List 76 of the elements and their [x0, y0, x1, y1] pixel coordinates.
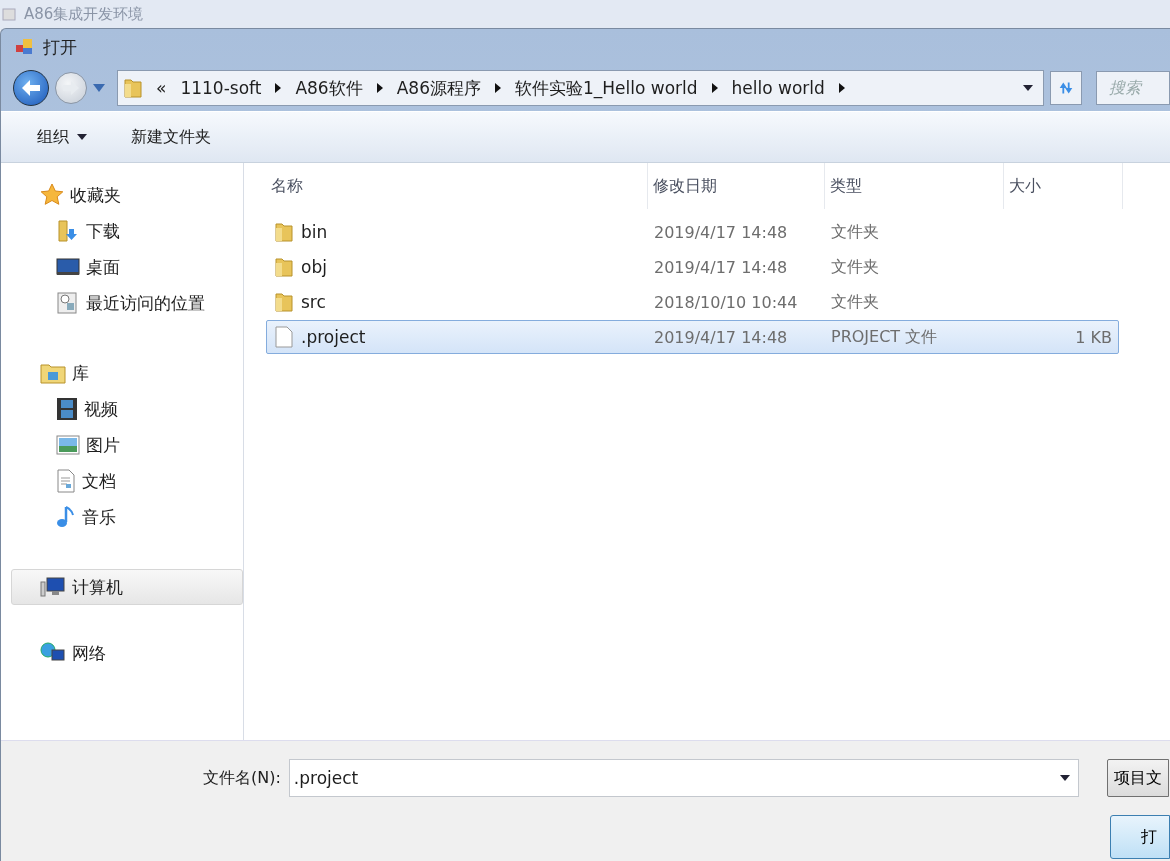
- filename-label: 文件名(N):: [203, 767, 281, 789]
- network-icon: [40, 642, 66, 664]
- file-name: src: [301, 292, 326, 312]
- folder-icon: [124, 77, 142, 99]
- file-row[interactable]: bin 2019/4/17 14:48 文件夹: [266, 215, 1119, 249]
- breadcrumb[interactable]: 1110-soft: [180, 78, 262, 98]
- breadcrumb[interactable]: hello world: [731, 78, 825, 98]
- star-icon: [40, 183, 64, 207]
- film-icon: [56, 397, 78, 421]
- file-row[interactable]: obj 2019/4/17 14:48 文件夹: [266, 250, 1119, 284]
- file-name: .project: [301, 327, 366, 347]
- breadcrumb-arrow-icon[interactable]: [711, 83, 718, 93]
- overflow-chevron[interactable]: «: [156, 78, 167, 98]
- folder-icon: [275, 256, 293, 278]
- history-caret-icon[interactable]: [1023, 85, 1033, 91]
- back-arrow-icon: [21, 79, 41, 97]
- sidebar-item[interactable]: 下载: [11, 213, 243, 249]
- library-icon: [40, 362, 66, 384]
- column-header[interactable]: 名称: [266, 163, 648, 209]
- modified-date: 2019/4/17 14:48: [653, 222, 789, 242]
- sidebar-item[interactable]: 音乐: [11, 499, 243, 535]
- file-type-filter[interactable]: 项目文: [1106, 759, 1169, 797]
- file-size: 1 KB: [1074, 327, 1113, 347]
- breadcrumb-arrow-icon[interactable]: [838, 83, 845, 93]
- file-type: 文件夹: [830, 221, 880, 243]
- sidebar-item[interactable]: 文档: [11, 463, 243, 499]
- column-header[interactable]: 类型: [825, 163, 1004, 209]
- folder-icon: [275, 221, 293, 243]
- app-icon: [2, 6, 18, 22]
- address-bar[interactable]: « 1110-soft A86软件 A86源程序 软件实验1_Hello world hello world: [117, 70, 1044, 106]
- modified-date: 2019/4/17 14:48: [653, 327, 789, 347]
- sidebar-item[interactable]: 视频: [11, 391, 243, 427]
- refresh-button[interactable]: [1050, 71, 1082, 105]
- sidebar-item[interactable]: 网络: [11, 635, 243, 671]
- column-header[interactable]: 修改日期: [648, 163, 825, 209]
- file-row[interactable]: src 2018/10/10 10:44 文件夹: [266, 285, 1119, 319]
- file-row[interactable]: .project 2019/4/17 14:48 PROJECT 文件 1 KB: [266, 320, 1119, 354]
- filename-field[interactable]: .project: [288, 759, 1079, 797]
- breadcrumb[interactable]: A86源程序: [396, 76, 481, 100]
- sidebar-item[interactable]: 图片: [11, 427, 243, 463]
- toolbar-button[interactable]: 组织: [37, 122, 87, 152]
- open-button[interactable]: 打: [1110, 815, 1170, 859]
- breadcrumb-arrow-icon[interactable]: [494, 83, 501, 93]
- toolbar-button[interactable]: 新建文件夹: [131, 122, 211, 152]
- modified-date: 2019/4/17 14:48: [653, 257, 789, 277]
- dropdown-caret-icon[interactable]: [93, 84, 105, 92]
- picture-icon: [56, 435, 80, 455]
- document-icon: [56, 469, 76, 493]
- breadcrumb[interactable]: 软件实验1_Hello world: [514, 76, 698, 100]
- recent-places-icon: [56, 291, 80, 315]
- sidebar-item[interactable]: 收藏夹: [11, 177, 243, 213]
- sidebar-item[interactable]: 计算机: [11, 569, 243, 605]
- sidebar-item[interactable]: 最近访问的位置: [11, 285, 243, 321]
- folder-icon: [275, 291, 293, 313]
- computer-icon: [40, 576, 66, 598]
- file-type: 文件夹: [830, 291, 880, 313]
- breadcrumb-arrow-icon[interactable]: [376, 83, 383, 93]
- folder-download-icon: [56, 219, 80, 243]
- file-name: obj: [301, 257, 327, 277]
- file-type: 文件夹: [830, 256, 880, 278]
- forward-arrow-icon: [62, 80, 80, 96]
- app-icon: [15, 37, 35, 57]
- music-note-icon: [56, 505, 76, 529]
- desktop-icon: [56, 257, 80, 277]
- file-name: bin: [301, 222, 328, 242]
- breadcrumb[interactable]: A86软件: [295, 76, 363, 100]
- modified-date: 2018/10/10 10:44: [653, 292, 799, 312]
- sidebar-item[interactable]: 桌面: [11, 249, 243, 285]
- sidebar-item[interactable]: 库: [11, 355, 243, 391]
- window-title: A86集成开发环境: [24, 4, 144, 24]
- dialog-title: 打开: [43, 35, 77, 59]
- breadcrumb-arrow-icon[interactable]: [275, 83, 282, 93]
- file-type: PROJECT 文件: [830, 326, 939, 348]
- file-icon: [275, 326, 293, 348]
- back-button[interactable]: [13, 70, 49, 106]
- column-header[interactable]: 大小: [1004, 163, 1123, 209]
